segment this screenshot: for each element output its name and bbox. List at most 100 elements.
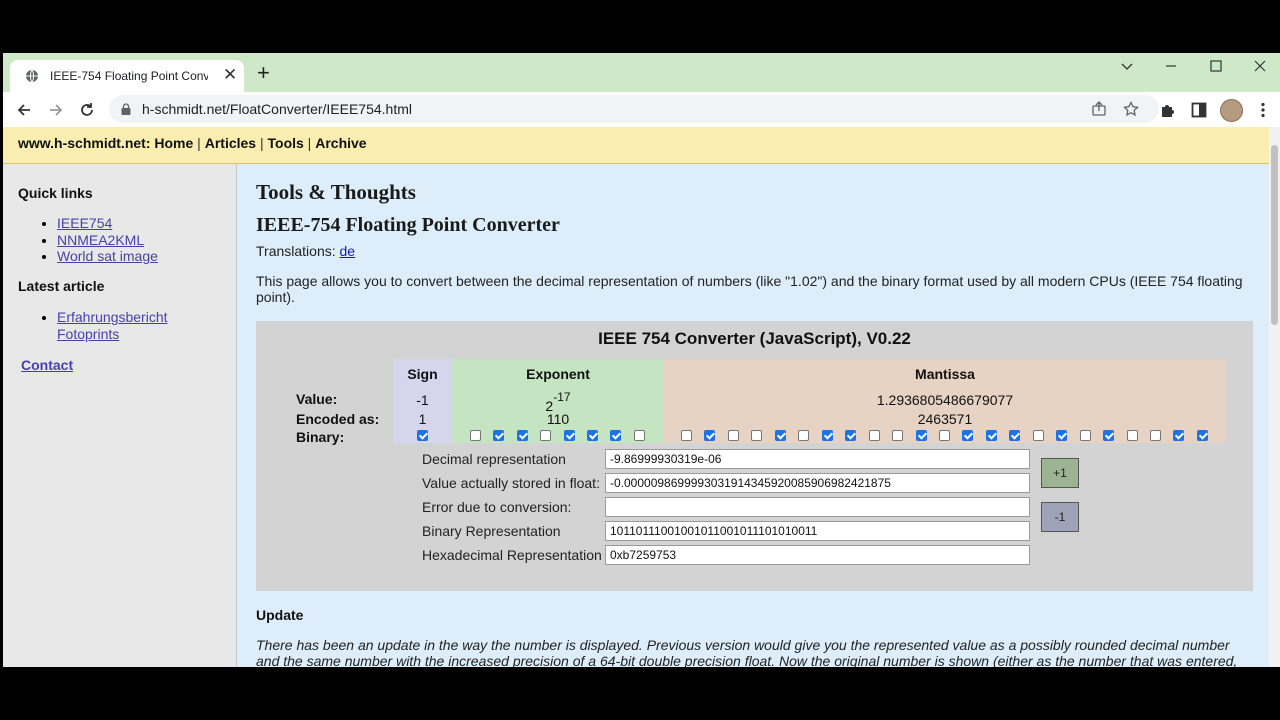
mantissa-bit-checkbox[interactable] <box>727 430 739 441</box>
mantissa-bit-checkbox[interactable] <box>1056 430 1068 441</box>
row-label-binary: Binary: <box>296 429 345 445</box>
plus-one-button[interactable]: +1 <box>1041 458 1079 488</box>
close-window-icon[interactable] <box>1253 59 1267 73</box>
mantissa-bit-checkbox[interactable] <box>798 430 810 441</box>
bookmark-star-icon[interactable] <box>1123 101 1139 117</box>
link-nnmea2kml[interactable]: NNMEA2KML <box>57 232 144 248</box>
sign-encoded: 1 <box>418 411 427 427</box>
url-text[interactable]: h-schmidt.net/FloatConverter/IEEE754.htm… <box>142 101 412 117</box>
mantissa-bit-checkbox[interactable] <box>1173 430 1185 441</box>
mantissa-bit-checkbox[interactable] <box>892 430 904 441</box>
vertical-scrollbar[interactable] <box>1269 127 1280 667</box>
list-item: ErfahrungsberichtFotoprints <box>57 309 168 342</box>
profile-avatar[interactable] <box>1220 99 1243 122</box>
exponent-bit-checkbox[interactable] <box>587 430 598 441</box>
row-label-value: Value: <box>296 391 338 407</box>
exponent-bit-checkbox[interactable] <box>610 430 622 441</box>
link-world-sat-image[interactable]: World sat image <box>57 248 158 264</box>
mantissa-bit-checkbox[interactable] <box>681 430 692 441</box>
decimal-input[interactable] <box>605 449 1030 469</box>
mantissa-bit-checkbox[interactable] <box>751 430 763 441</box>
quick-links-list: IEEE754 NNMEA2KML World sat image <box>18 215 158 265</box>
nav-separator: | <box>256 135 268 151</box>
mantissa-bit-checkbox[interactable] <box>1126 430 1138 441</box>
translations: Translations: de <box>256 243 355 259</box>
decimal-label: Decimal representation <box>422 451 566 467</box>
page-viewport: www.h-schmidt.net: Home | Articles | Too… <box>3 127 1269 667</box>
mantissa-bit-checkbox[interactable] <box>821 430 833 441</box>
mantissa-bit-checkbox[interactable] <box>1196 430 1208 441</box>
exponent-bit-checkbox[interactable] <box>470 430 481 441</box>
back-arrow-icon[interactable] <box>15 101 33 119</box>
nav-link-articles[interactable]: Articles <box>205 135 256 151</box>
exponent-header: Exponent <box>526 366 590 382</box>
nav-link-tools[interactable]: Tools <box>268 135 304 151</box>
new-tab-button[interactable]: + <box>257 61 270 85</box>
mantissa-bit-checkbox[interactable] <box>1103 430 1115 441</box>
maximize-icon[interactable] <box>1209 59 1223 73</box>
browser-tab[interactable]: IEEE-754 Floating Point Converte ✕ <box>10 60 244 92</box>
lock-icon[interactable] <box>121 103 131 115</box>
exponent-bit-checkbox[interactable] <box>563 430 575 441</box>
tab-strip: IEEE-754 Floating Point Converte ✕ + <box>3 53 1280 92</box>
sidebar: Quick links IEEE754 NNMEA2KML World sat … <box>3 164 237 667</box>
nav-link-home[interactable]: Home <box>154 135 193 151</box>
share-icon[interactable] <box>1091 101 1107 117</box>
exponent-bit-checkbox[interactable] <box>493 430 505 441</box>
forward-arrow-icon[interactable] <box>47 101 65 119</box>
mantissa-bit-checkbox[interactable] <box>845 430 857 441</box>
stored-value-field[interactable] <box>605 473 1030 493</box>
binary-rep-input[interactable] <box>605 521 1030 541</box>
mantissa-bit-checkbox[interactable] <box>774 430 786 441</box>
mantissa-bit-checkbox[interactable] <box>938 430 950 441</box>
mantissa-encoded: 2463571 <box>917 411 973 427</box>
side-panel-icon[interactable] <box>1190 101 1208 119</box>
main-content: Tools & Thoughts IEEE-754 Floating Point… <box>237 164 1269 667</box>
mantissa-bit-checkbox[interactable] <box>1079 430 1091 441</box>
contact-link[interactable]: Contact <box>21 357 73 373</box>
kebab-menu-icon[interactable] <box>1254 101 1272 119</box>
nav-separator: | <box>193 135 205 151</box>
exponent-encoded: 110 <box>546 411 570 427</box>
mantissa-bit-checkbox[interactable] <box>1009 430 1021 441</box>
translation-de-link[interactable]: de <box>340 243 356 259</box>
mantissa-bit-checkbox[interactable] <box>1032 430 1044 441</box>
reload-icon[interactable] <box>78 101 96 119</box>
mantissa-bit-checkbox[interactable] <box>704 430 716 441</box>
nav-link-archive[interactable]: Archive <box>315 135 366 151</box>
sign-column: Sign -1 1 <box>393 359 452 443</box>
row-label-encoded: Encoded as: <box>296 411 380 427</box>
link-ieee754[interactable]: IEEE754 <box>57 215 112 231</box>
address-bar[interactable]: h-schmidt.net/FloatConverter/IEEE754.htm… <box>109 95 1159 123</box>
tab-search-chevron-icon[interactable] <box>1120 59 1134 73</box>
mantissa-bit-checkbox[interactable] <box>915 430 927 441</box>
site-name: www.h-schmidt.net <box>18 135 146 151</box>
sign-value: -1 <box>416 392 429 408</box>
close-tab-icon[interactable]: ✕ <box>223 66 237 84</box>
section-title: Tools & Thoughts <box>256 180 416 204</box>
exponent-bit-checkbox[interactable] <box>633 430 645 441</box>
scrollbar-thumb[interactable] <box>1271 145 1278 325</box>
top-nav-line: www.h-schmidt.net: Home | Articles | Too… <box>18 135 367 151</box>
exponent-column: Exponent 2-17 110 <box>452 359 664 443</box>
extensions-puzzle-icon[interactable] <box>1159 101 1177 119</box>
mantissa-header: Mantissa <box>915 366 975 382</box>
hex-rep-input[interactable] <box>605 545 1030 565</box>
minus-one-button[interactable]: -1 <box>1041 502 1079 532</box>
exponent-bit-checkbox[interactable] <box>540 430 552 441</box>
mantissa-column: Mantissa 1.2936805486679077 2463571 <box>664 359 1226 443</box>
exponent-bit-checkbox[interactable] <box>516 430 528 441</box>
hex-rep-label: Hexadecimal Representation <box>422 547 602 563</box>
latest-article-heading: Latest article <box>18 278 105 294</box>
link-erfahrungsbericht[interactable]: Erfahrungsbericht Fotoprints <box>57 309 168 342</box>
minimize-icon[interactable] <box>1164 59 1178 73</box>
nav-separator: | <box>303 135 316 151</box>
error-field[interactable] <box>605 497 1030 517</box>
browser-toolbar: h-schmidt.net/FloatConverter/IEEE754.htm… <box>3 92 1280 127</box>
quick-links-heading: Quick links <box>18 185 93 201</box>
mantissa-bit-checkbox[interactable] <box>985 430 997 441</box>
mantissa-bit-checkbox[interactable] <box>962 430 974 441</box>
mantissa-bit-checkbox[interactable] <box>868 430 880 441</box>
sign-bit-checkbox[interactable] <box>417 430 428 441</box>
mantissa-bit-checkbox[interactable] <box>1150 430 1161 441</box>
